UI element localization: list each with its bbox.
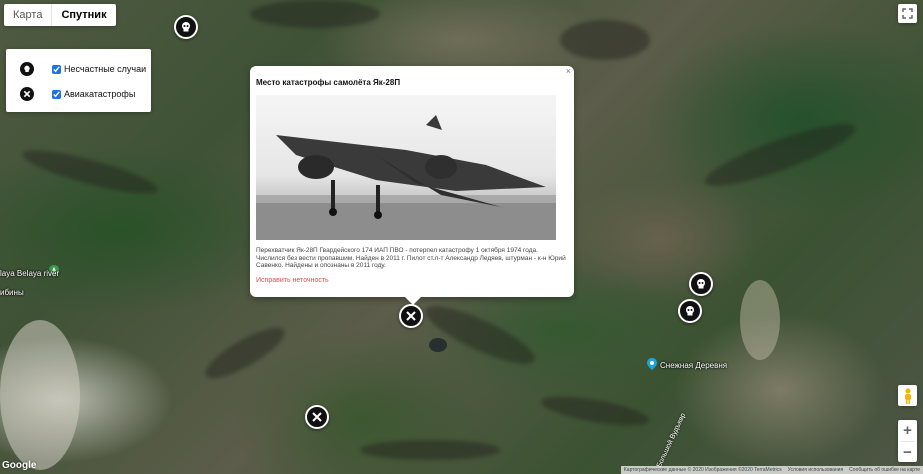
skull-icon xyxy=(686,306,694,316)
crossed-tools-icon xyxy=(20,87,34,101)
accident-marker[interactable] xyxy=(174,15,198,39)
place-pin-icon[interactable] xyxy=(647,358,657,370)
map-label-river: laya Belaya river xyxy=(0,269,60,278)
skull-icon xyxy=(182,22,190,32)
air-crash-marker[interactable] xyxy=(305,405,329,429)
accident-marker[interactable] xyxy=(689,272,713,296)
air-crashes-checkbox[interactable] xyxy=(52,89,61,99)
zoom-out-button[interactable]: − xyxy=(898,442,917,463)
zoom-in-button[interactable]: + xyxy=(898,420,917,441)
close-icon[interactable]: × xyxy=(566,66,571,76)
terms-link[interactable]: Условия использования xyxy=(788,466,844,474)
map-attribution: Картографические данные © 2020 Изображен… xyxy=(620,466,923,474)
street-view-pegman[interactable] xyxy=(898,385,917,406)
skull-icon xyxy=(20,62,34,76)
zoom-control: + − xyxy=(898,420,917,462)
fullscreen-icon xyxy=(902,8,913,19)
legend-row-accidents[interactable]: Несчастные случаи xyxy=(20,62,146,76)
layer-legend: Несчастные случаи Авиакатастрофы xyxy=(6,49,151,112)
map-label-village: Снежная Деревня xyxy=(660,361,728,370)
accident-marker[interactable] xyxy=(678,299,702,323)
map-label-kiny: ибины xyxy=(0,288,24,297)
map-type-map-button[interactable]: Карта xyxy=(4,4,51,26)
air-crash-marker[interactable] xyxy=(399,304,423,328)
info-window: × Место катастрофы самолёта Як-28П Перех… xyxy=(250,66,574,305)
report-inaccuracy-link[interactable]: Исправить неточность xyxy=(256,277,329,284)
pegman-icon xyxy=(904,388,911,404)
google-logo: Google xyxy=(2,460,37,471)
fullscreen-button[interactable] xyxy=(898,4,917,23)
accidents-checkbox[interactable] xyxy=(52,64,61,74)
skull-icon xyxy=(697,279,705,289)
crossed-tools-icon xyxy=(406,311,416,321)
legend-label-accidents: Несчастные случаи xyxy=(64,64,147,74)
legend-row-air-crashes[interactable]: Авиакатастрофы xyxy=(20,87,135,101)
aircraft-photo xyxy=(256,95,556,240)
popup-title: Место катастрофы самолёта Як-28П xyxy=(256,78,401,87)
popup-description: Перехватчик Як-28П Гвардейского 174 ИАП … xyxy=(256,247,566,269)
map-label-road: Большой Вудъявр xyxy=(655,412,688,469)
map-type-control: Карта Спутник xyxy=(4,4,116,26)
report-error-link[interactable]: Сообщить об ошибке на карте xyxy=(849,466,920,474)
legend-label-air-crashes: Авиакатастрофы xyxy=(64,89,136,99)
map-type-satellite-button[interactable]: Спутник xyxy=(51,4,115,26)
attribution-data: Картографические данные © 2020 Изображен… xyxy=(623,467,782,473)
crossed-tools-icon xyxy=(312,412,322,422)
